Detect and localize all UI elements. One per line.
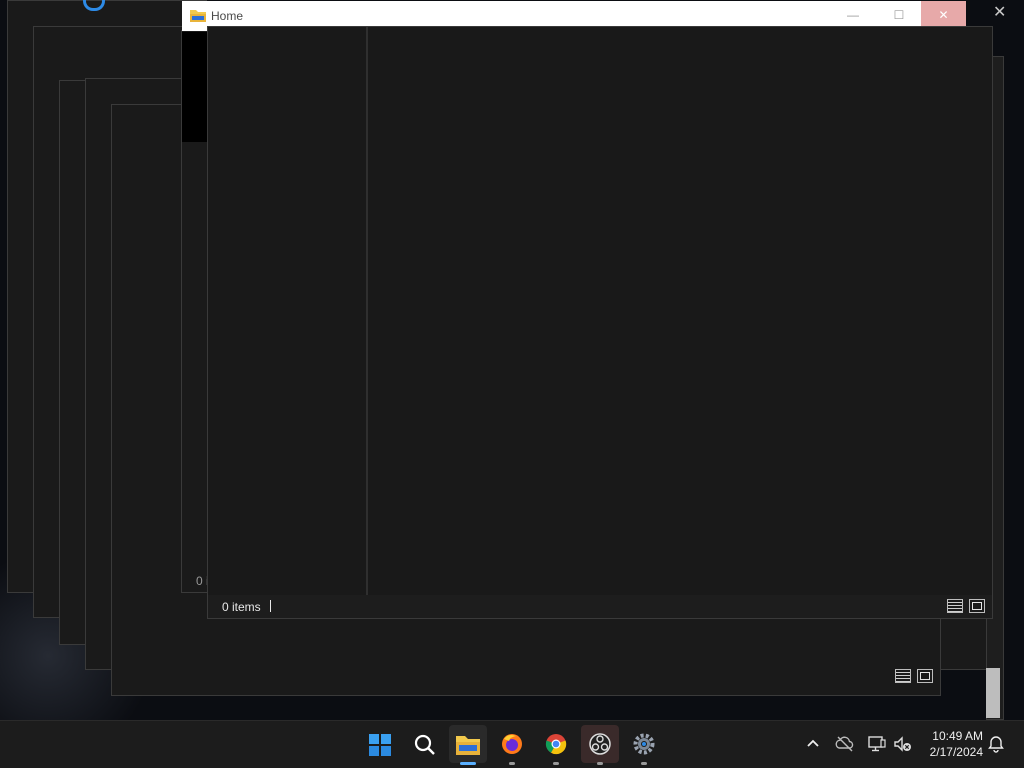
running-indicator	[597, 762, 603, 765]
details-view-icon[interactable]	[947, 599, 963, 613]
chrome-icon	[545, 734, 567, 755]
running-indicator	[641, 762, 647, 765]
close-button[interactable]: ✕	[921, 1, 966, 29]
background-window-scroll	[986, 668, 1000, 718]
taskbar-chrome[interactable]	[537, 725, 575, 765]
taskbar-firefox[interactable]	[493, 725, 531, 765]
background-details-view-icon[interactable]	[895, 669, 911, 683]
show-hidden-icons-chevron-up-icon[interactable]	[804, 735, 822, 753]
search-button[interactable]	[405, 725, 443, 763]
settings-gear-icon	[633, 733, 655, 755]
window-title: Home	[211, 9, 244, 23]
folder-icon	[190, 8, 206, 22]
text-caret	[270, 600, 271, 612]
clock[interactable]: 10:49 AM 2/17/2024	[915, 728, 983, 762]
obs-icon	[589, 733, 611, 755]
onedrive-offline-icon[interactable]	[835, 735, 855, 753]
taskbar-obs[interactable]	[581, 725, 619, 765]
clock-time: 10:49 AM	[932, 729, 983, 743]
large-icons-view-icon[interactable]	[969, 599, 985, 613]
running-indicator	[509, 762, 515, 765]
running-indicator	[553, 762, 559, 765]
network-icon[interactable]	[867, 735, 887, 753]
item-count: 0 items	[222, 600, 261, 614]
background-window-1-icon	[83, 0, 105, 11]
navigation-pane[interactable]	[208, 27, 366, 595]
search-icon	[414, 734, 435, 755]
maximize-button[interactable]: ☐	[876, 1, 922, 29]
volume-muted-icon[interactable]	[893, 735, 913, 753]
background-tiles-view-icon[interactable]	[917, 669, 933, 683]
file-explorer-icon	[456, 736, 480, 755]
active-indicator	[460, 762, 476, 765]
clock-date: 2/17/2024	[929, 745, 983, 759]
background-window-black-strip	[182, 32, 208, 142]
firefox-icon	[502, 734, 522, 754]
content-pane[interactable]	[368, 27, 992, 595]
background-close-icon[interactable]: ✕	[993, 5, 1006, 21]
taskbar: 10:49 AM 2/17/2024	[0, 720, 1024, 768]
taskbar-file-explorer[interactable]	[449, 725, 487, 765]
start-button[interactable]	[361, 725, 399, 763]
notifications-bell-icon[interactable]	[987, 735, 1005, 753]
minimize-button[interactable]: —	[830, 1, 876, 29]
status-bar: 0 items	[208, 595, 992, 618]
taskbar-settings[interactable]	[625, 725, 663, 765]
explorer-window: 0 items	[207, 26, 993, 619]
windows-logo-icon	[369, 734, 391, 756]
